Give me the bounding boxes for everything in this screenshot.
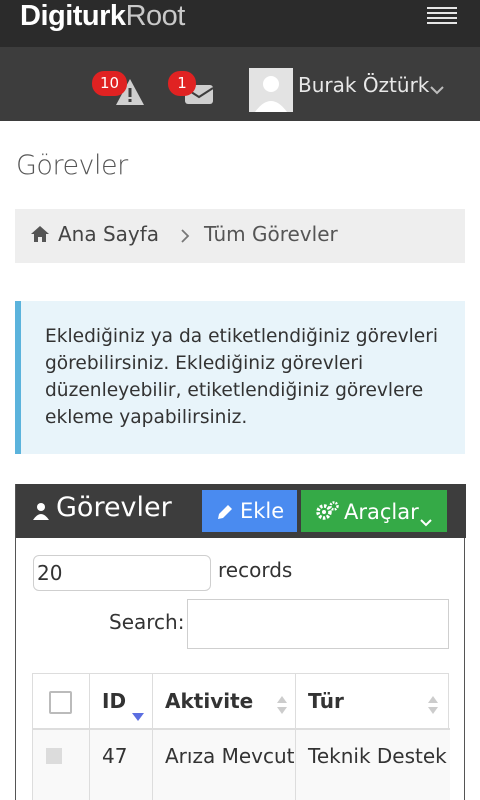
row-checkbox[interactable] <box>46 748 62 764</box>
column-header-label: Aktivite <box>165 689 254 713</box>
tools-dropdown-button[interactable]: Araçlar <box>301 490 447 532</box>
top-navbar: DigiturkRoot <box>0 0 480 47</box>
breadcrumb-home-link[interactable]: Ana Sayfa <box>58 222 159 246</box>
cell-tur: Teknik Destek <box>296 730 450 800</box>
messages-count-badge: 1 <box>168 71 196 96</box>
info-note-text: Eklediğiniz ya da etiketlendiğiniz görev… <box>45 326 439 428</box>
chevron-right-icon <box>179 228 191 243</box>
column-header-id[interactable]: ID <box>90 674 153 730</box>
user-toolbar: 10 1 Burak Öztürk <box>0 47 480 121</box>
user-icon <box>33 502 49 520</box>
pencil-icon <box>216 502 234 520</box>
user-name[interactable]: Burak Öztürk <box>298 73 429 97</box>
table-header-row: ID Aktivite Tür <box>33 674 450 730</box>
column-header-label: ID <box>102 689 127 713</box>
add-task-button[interactable]: Ekle <box>202 490 297 532</box>
cell-aktivite-value: Arıza Mevcut <box>165 744 295 768</box>
select-all-header <box>33 674 90 730</box>
column-header-label: Tür <box>308 689 344 713</box>
cell-id: 47 <box>90 730 153 800</box>
table-row[interactable]: 47 Arıza Mevcut Teknik Destek <box>33 730 450 800</box>
sort-both-icon <box>428 695 438 714</box>
home-icon[interactable] <box>30 225 50 243</box>
tasks-portlet: Görevler Ekle Araçlar records Search: <box>15 484 466 800</box>
breadcrumb-current: Tüm Görevler <box>204 222 338 246</box>
row-select-cell <box>33 730 90 800</box>
hamburger-menu-icon[interactable] <box>427 7 457 27</box>
logo-brand-text: Digiturk <box>20 0 126 32</box>
search-input[interactable] <box>187 599 449 649</box>
user-avatar[interactable] <box>249 68 293 112</box>
add-task-label: Ekle <box>240 499 285 523</box>
column-header-aktivite[interactable]: Aktivite <box>153 674 296 730</box>
records-label: records <box>218 558 293 582</box>
sort-descending-icon <box>132 702 144 721</box>
cogs-icon <box>315 501 339 521</box>
column-header-tur[interactable]: Tür <box>296 674 450 730</box>
tools-label: Araçlar <box>344 500 419 524</box>
page-title: Görevler <box>16 150 128 181</box>
cell-id-value: 47 <box>102 744 128 768</box>
alerts-count-badge: 10 <box>92 71 127 96</box>
sort-both-icon <box>277 695 287 714</box>
logo-suffix-text: Root <box>125 0 186 32</box>
portlet-header: Görevler Ekle Araçlar <box>16 484 466 538</box>
breadcrumb: Ana Sayfa Tüm Görevler <box>15 209 465 263</box>
search-label: Search: <box>109 610 185 634</box>
chevron-down-icon <box>420 508 432 527</box>
info-note: Eklediğiniz ya da etiketlendiğiniz görev… <box>15 301 465 454</box>
cell-aktivite: Arıza Mevcut <box>153 730 296 800</box>
app-logo[interactable]: DigiturkRoot <box>20 0 185 33</box>
select-all-checkbox[interactable] <box>49 691 72 714</box>
tasks-table: ID Aktivite Tür 47 Arıza Mevcut Teknik D… <box>32 673 450 800</box>
portlet-title: Görevler <box>56 492 172 523</box>
chevron-down-icon[interactable] <box>430 80 444 95</box>
page-size-select[interactable] <box>33 555 211 591</box>
cell-tur-value: Teknik Destek <box>308 744 447 768</box>
